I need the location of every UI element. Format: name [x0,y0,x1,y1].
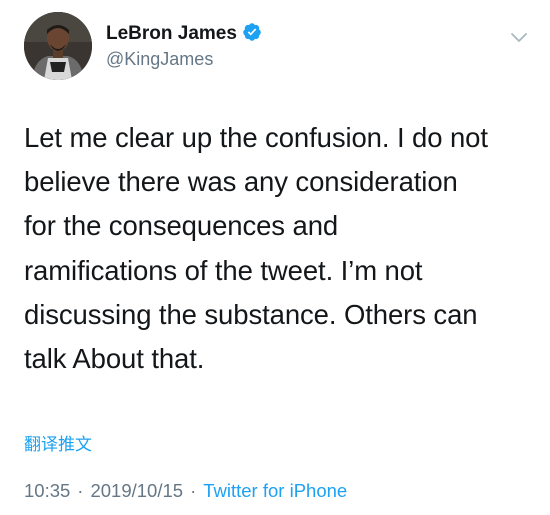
tweet-text-line: believe there was any consideration [24,166,458,198]
avatar[interactable] [24,12,92,80]
chevron-down-icon[interactable] [508,26,530,48]
display-name-text: LeBron James [106,23,237,44]
display-name[interactable]: LeBron James [106,22,262,48]
verified-badge-icon [242,22,262,48]
tweet-time[interactable]: 10:35 [24,480,70,501]
tweet-card: LeBron James @KingJames Let me clear up … [0,0,550,515]
tweet-text-line: Let me clear up the confusion. I do not [24,122,488,153]
tweet-text-line: ramifications of the tweet. I’m not [24,254,423,286]
profile-photo-icon [24,12,92,80]
tweet-text-line: for the consequences and [24,210,339,242]
tweet-meta: 10:35 · 2019/10/15 · Twitter for iPhone [24,480,347,502]
meta-separator: · [190,480,197,501]
tweet-text-line: discussing the substance. Others can [24,298,478,330]
meta-separator: · [77,480,84,501]
tweet-text-line: talk About that. [24,343,205,375]
tweet-source-link[interactable]: Twitter for iPhone [203,480,347,501]
user-handle[interactable]: @KingJames [106,49,213,70]
tweet-date[interactable]: 2019/10/15 [90,480,183,501]
translate-tweet-link[interactable]: 翻译推文 [24,430,92,455]
tweet-text: Let me clear up the confusion. I do not … [24,116,529,381]
